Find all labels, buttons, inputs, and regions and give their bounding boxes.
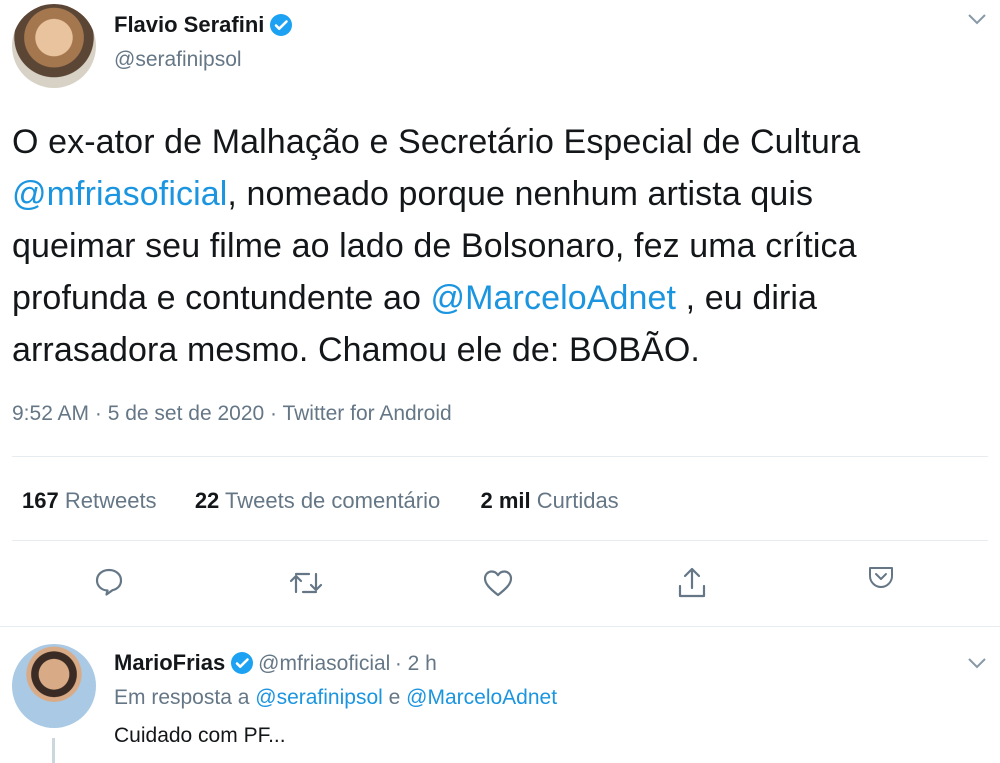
reply-time[interactable]: · 2 h — [395, 652, 437, 675]
retweet-icon[interactable] — [288, 568, 324, 598]
chevron-down-icon[interactable] — [966, 10, 988, 31]
tweet-text: , eu diria — [676, 279, 818, 317]
mention-link[interactable]: @MarceloAdnet — [431, 279, 677, 317]
tweet-line: @mfriasoficial, nomeado porque nenhum ar… — [12, 168, 992, 220]
mention-link[interactable]: @mfriasoficial — [12, 175, 227, 213]
reply-author-avatar[interactable] — [12, 644, 96, 728]
thread-line — [52, 738, 55, 763]
tweet-line: arrasadora mesmo. Chamou ele de: BOBÃO. — [12, 324, 992, 376]
like-icon[interactable] — [482, 568, 514, 598]
tweet-timestamp[interactable]: 9:52 AM · 5 de set de 2020 · Twitter for… — [12, 402, 452, 426]
in-reply-to: Em resposta a @serafinipsol e @MarceloAd… — [114, 686, 557, 710]
author-name[interactable]: Flavio Serafini — [114, 12, 264, 37]
retweets-count: 167 — [22, 488, 59, 513]
mention-link[interactable]: @MarceloAdnet — [406, 686, 557, 709]
verified-badge-icon — [269, 13, 293, 42]
comments-count: 22 — [194, 488, 220, 513]
tweet-body: O ex-ator de Malhação e Secretário Espec… — [12, 116, 992, 376]
divider — [12, 456, 988, 457]
likes-count: 2 mil — [480, 488, 531, 513]
tweet-text: profunda e contundente ao — [12, 279, 431, 317]
share-icon[interactable] — [676, 564, 708, 600]
verified-badge-icon — [230, 651, 254, 680]
author-avatar[interactable] — [12, 4, 96, 88]
tweet-text: queimar seu filme ao lado de Bolsonaro, … — [12, 227, 857, 265]
in-reply-prefix: Em resposta a — [114, 686, 250, 709]
tweet-text: arrasadora mesmo. Chamou ele de: BOBÃO. — [12, 331, 700, 369]
more-icon[interactable] — [866, 562, 896, 592]
likes-stat[interactable]: 2 mil Curtidas — [481, 488, 619, 513]
tweet-line: O ex-ator de Malhação e Secretário Espec… — [12, 116, 992, 168]
reply-text: Cuidado com PF... — [114, 724, 286, 747]
comments-stat[interactable]: 22 Tweets de comentário — [195, 488, 440, 513]
retweets-stat[interactable]: 167 Retweets — [22, 488, 157, 513]
chevron-down-icon[interactable] — [966, 654, 988, 675]
divider — [12, 540, 988, 541]
author-handle[interactable]: @serafinipsol — [114, 48, 242, 72]
retweets-label: Retweets — [64, 488, 157, 513]
mention-link[interactable]: @serafinipsol — [255, 686, 383, 709]
likes-label: Curtidas — [536, 488, 619, 513]
tweet-text: , nomeado porque nenhum artista quis — [227, 175, 814, 213]
reply-icon[interactable] — [93, 566, 125, 598]
tweet-line: queimar seu filme ao lado de Bolsonaro, … — [12, 220, 992, 272]
divider — [0, 626, 1000, 627]
reply-author-name[interactable]: MarioFrias — [114, 650, 225, 675]
tweet-text: O ex-ator de Malhação e Secretário Espec… — [12, 123, 861, 161]
comments-label: Tweets de comentário — [225, 488, 441, 513]
reply-header: MarioFrias @mfriasoficial · 2 h — [114, 650, 437, 680]
reply-author-handle[interactable]: @mfriasoficial — [258, 652, 390, 675]
in-reply-joiner: e — [388, 686, 401, 709]
author-header: Flavio Serafini — [114, 12, 293, 42]
tweet-line: profunda e contundente ao @MarceloAdnet … — [12, 272, 992, 324]
tweet-stats: 167 Retweets 22 Tweets de comentário 2 m… — [22, 488, 619, 514]
